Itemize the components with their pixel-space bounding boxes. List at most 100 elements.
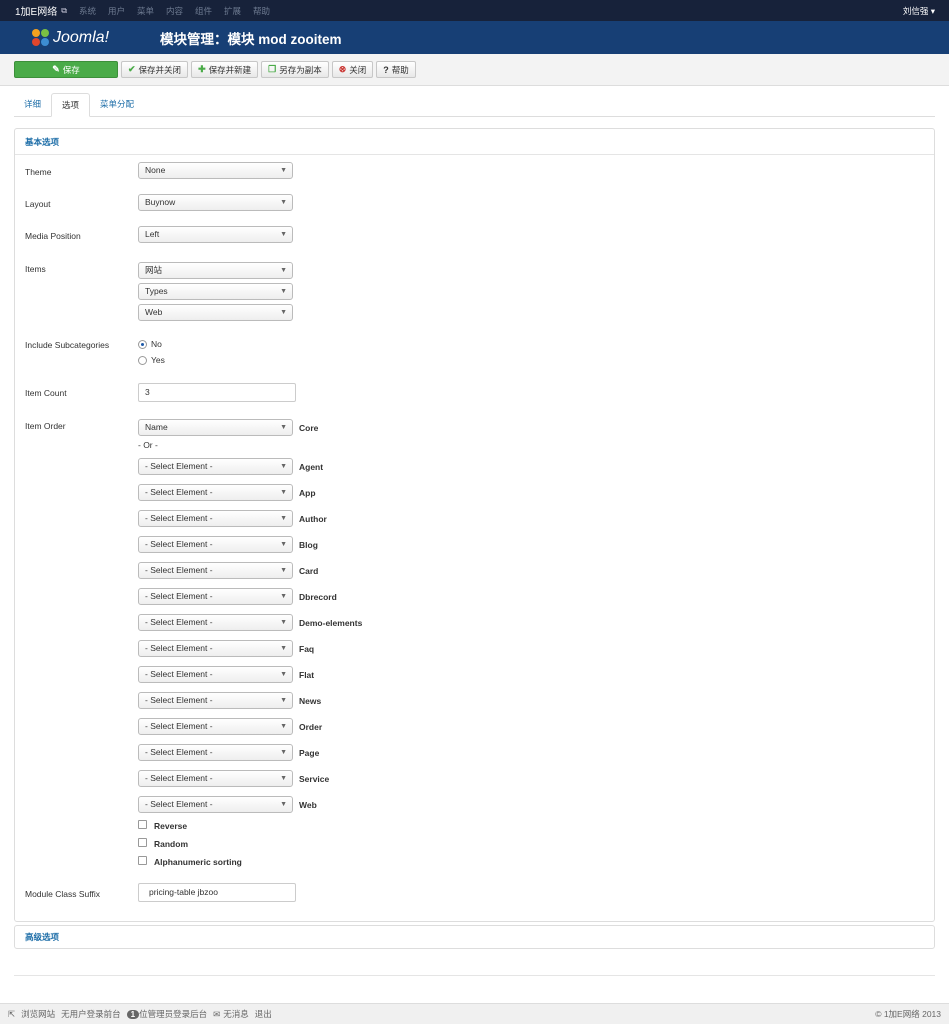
caret-down-icon: ▼: [280, 619, 287, 626]
element-order-select-blog[interactable]: - Select Element - ▼: [138, 536, 293, 553]
element-type-label: Demo-elements: [299, 618, 363, 628]
core-order-value: Name: [145, 422, 168, 432]
tab-menu-assignment[interactable]: 菜单分配: [90, 93, 144, 117]
user-menu[interactable]: 刘信强 ▾: [903, 5, 935, 17]
element-order-select-order[interactable]: - Select Element - ▼: [138, 718, 293, 735]
advanced-options-heading[interactable]: 高级选项: [15, 926, 934, 948]
save-close-button[interactable]: ✔ 保存并关闭: [121, 61, 189, 78]
items-type-select[interactable]: Web ▼: [138, 304, 293, 321]
media-position-value: Left: [145, 229, 160, 239]
media-position-select[interactable]: Left ▼: [138, 226, 293, 243]
element-order-select-service[interactable]: - Select Element - ▼: [138, 770, 293, 787]
close-button[interactable]: ⊗ 关闭: [331, 61, 374, 78]
element-order-value: - Select Element -: [145, 461, 213, 471]
caret-down-icon: ▼: [280, 593, 287, 600]
caret-down-icon: ▼: [280, 424, 287, 431]
element-order-select-demo-elements[interactable]: - Select Element - ▼: [138, 614, 293, 631]
or-separator: - Or -: [138, 440, 158, 450]
module-class-suffix-input[interactable]: pricing-table jbzoo: [138, 883, 296, 902]
menu-help[interactable]: 帮助: [253, 5, 270, 17]
element-order-value: - Select Element -: [145, 643, 213, 653]
element-order-value: - Select Element -: [145, 617, 213, 627]
save-copy-button[interactable]: ❐ 另存为副本: [261, 61, 329, 78]
items-mode-value: Types: [145, 286, 168, 296]
element-order-select-app[interactable]: - Select Element - ▼: [138, 484, 293, 501]
theme-select[interactable]: None ▼: [138, 162, 293, 179]
menu-menus[interactable]: 菜单: [137, 5, 154, 17]
items-app-select[interactable]: 网站 ▼: [138, 262, 293, 279]
element-order-select-page[interactable]: - Select Element - ▼: [138, 744, 293, 761]
media-position-label: Media Position: [25, 231, 81, 241]
page-header: Joomla! 模块管理：模块 mod zooitem: [0, 21, 949, 54]
item-count-label: Item Count: [25, 388, 67, 398]
element-order-select-card[interactable]: - Select Element - ▼: [138, 562, 293, 579]
basic-options-heading[interactable]: 基本选项: [15, 129, 934, 155]
element-order-select-news[interactable]: - Select Element - ▼: [138, 692, 293, 709]
theme-value: None: [145, 165, 166, 175]
element-order-select-agent[interactable]: - Select Element - ▼: [138, 458, 293, 475]
caret-down-icon: ▼: [280, 723, 287, 730]
menu-system[interactable]: 系统: [79, 5, 96, 17]
include-sub-yes-radio[interactable]: [138, 356, 147, 365]
element-type-label: App: [299, 488, 316, 498]
items-type-value: Web: [145, 307, 163, 317]
caret-down-icon: ▼: [280, 775, 287, 782]
menu-content[interactable]: 内容: [166, 5, 183, 17]
include-sub-no-radio[interactable]: [138, 340, 147, 349]
menu-users[interactable]: 用户: [108, 5, 125, 17]
logout-link[interactable]: 退出: [255, 1008, 272, 1020]
site-name[interactable]: 1加E网络: [15, 3, 57, 18]
frontend-users-status: 无用户登录前台: [61, 1009, 121, 1019]
element-order-value: - Select Element -: [145, 799, 213, 809]
element-type-label: Service: [299, 774, 330, 784]
item-order-label: Item Order: [25, 421, 66, 431]
tab-details[interactable]: 详细: [14, 93, 51, 117]
save-button[interactable]: ✎ 保存: [14, 61, 118, 78]
caret-down-icon: ▼: [280, 671, 287, 678]
caret-down-icon: ▼: [280, 199, 287, 206]
status-footer: ⇱ 浏览网站 无用户登录前台 1 位管理员登录后台 ✉ 无消息 退出 © 1加E…: [0, 1003, 949, 1024]
random-checkbox[interactable]: [138, 838, 147, 847]
save-label: 保存: [62, 64, 80, 75]
caret-down-icon: ▼: [280, 463, 287, 470]
element-order-select-flat[interactable]: - Select Element - ▼: [138, 666, 293, 683]
element-order-select-author[interactable]: - Select Element - ▼: [138, 510, 293, 527]
element-order-value: - Select Element -: [145, 747, 213, 757]
menu-extensions[interactable]: 扩展: [224, 5, 241, 17]
advanced-options-panel: 高级选项: [14, 925, 935, 949]
save-copy-label: 另存为副本: [279, 64, 322, 75]
messages-status[interactable]: 无消息: [223, 1008, 249, 1020]
element-type-label: Page: [299, 748, 320, 758]
item-count-input[interactable]: 3: [138, 383, 296, 402]
help-button[interactable]: ? 帮助: [376, 61, 416, 78]
element-type-label: Dbrecord: [299, 592, 337, 602]
tab-bar: 详细 选项 菜单分配: [14, 93, 935, 117]
divider: [14, 975, 935, 976]
caret-down-icon: ▼: [280, 541, 287, 548]
core-order-select[interactable]: Name ▼: [138, 419, 293, 436]
alphanumeric-label: Alphanumeric sorting: [154, 857, 242, 867]
element-type-label: Web: [299, 800, 317, 810]
alphanumeric-checkbox[interactable]: [138, 856, 147, 865]
site-name-link[interactable]: 1加E网络 ⧉: [15, 3, 67, 19]
layout-select[interactable]: Buynow ▼: [138, 194, 293, 211]
close-label: 关闭: [349, 64, 367, 75]
element-order-select-dbrecord[interactable]: - Select Element - ▼: [138, 588, 293, 605]
caret-down-icon: ▼: [280, 267, 287, 274]
joomla-logo: Joomla!: [32, 28, 160, 47]
random-label: Random: [154, 839, 188, 849]
items-mode-select[interactable]: Types ▼: [138, 283, 293, 300]
joomla-logo-icon: [32, 28, 50, 47]
element-order-select-web[interactable]: - Select Element - ▼: [138, 796, 293, 813]
menu-components[interactable]: 组件: [195, 5, 212, 17]
view-site-link[interactable]: 浏览网站: [21, 1008, 55, 1020]
reverse-checkbox[interactable]: [138, 820, 147, 829]
element-order-select-faq[interactable]: - Select Element - ▼: [138, 640, 293, 657]
element-type-label: News: [299, 696, 322, 706]
save-new-button[interactable]: ✚ 保存并新建: [191, 61, 259, 78]
help-label: 帮助: [391, 64, 409, 75]
tab-options[interactable]: 选项: [51, 93, 91, 117]
copyright: © 1加E网络 2013: [875, 1009, 941, 1019]
caret-down-icon: ▼: [280, 697, 287, 704]
element-order-value: - Select Element -: [145, 721, 213, 731]
